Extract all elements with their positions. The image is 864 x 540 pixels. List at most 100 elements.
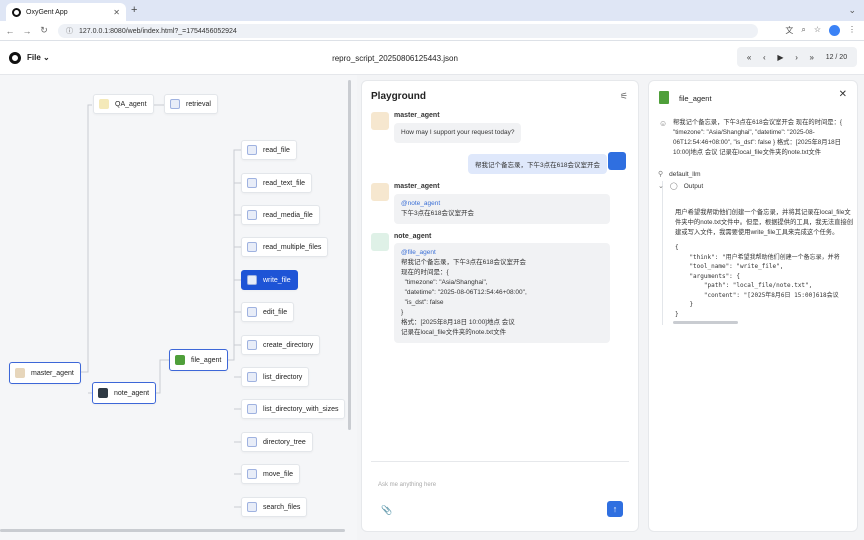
- master-agent-icon: [15, 368, 25, 378]
- tool-icon: [247, 242, 257, 252]
- message-bubble: @file_agent 帮我记个备忘录，下午3点在618会议室开会 现在的时间是…: [394, 243, 610, 343]
- message-sender: master_agent: [394, 183, 440, 190]
- graph-node-edit-file[interactable]: edit_file: [241, 302, 295, 322]
- star-icon[interactable]: ☆: [814, 25, 821, 36]
- node-detail-panel: file_agent ✕ ☺ 帮我记个备忘录，下午3点在618会议室开会 现在的…: [648, 80, 858, 532]
- output-json: { "think": "用户希望我帮助他们创建一个备忘录，并将 "tool_na…: [675, 244, 840, 318]
- tool-icon: [247, 307, 257, 317]
- detail-title: file_agent: [679, 94, 712, 103]
- url-text: 127.0.0.1:8080/web/index.html?_=17544560…: [79, 27, 237, 35]
- canvas-vertical-scrollbar[interactable]: [348, 80, 351, 430]
- tool-icon: [247, 340, 257, 350]
- graph-node-write-file[interactable]: write_file: [241, 270, 298, 290]
- playground-panel: Playground ⚟ master_agent How may I supp…: [361, 80, 639, 532]
- graph-node-master-agent[interactable]: master_agent: [9, 362, 81, 384]
- playback-stepper: « ‹ ▶ › » 12 / 20: [737, 47, 857, 67]
- play-button[interactable]: ▶: [777, 53, 783, 62]
- prev-step-button[interactable]: ‹: [763, 53, 766, 62]
- url-input[interactable]: ⓘ 127.0.0.1:8080/web/index.html?_=175445…: [58, 24, 758, 38]
- graph-node-read-media-file[interactable]: read_media_file: [241, 205, 320, 225]
- graph-node-read-text-file[interactable]: read_text_file: [241, 173, 313, 193]
- master-agent-avatar: [371, 112, 389, 130]
- user-icon: ☺: [659, 119, 668, 128]
- back-button[interactable]: ←: [3, 26, 17, 36]
- graph-node-read-file[interactable]: read_file: [241, 140, 297, 160]
- filter-icon[interactable]: ⚟: [620, 91, 628, 102]
- llm-icon: ⚲: [658, 171, 664, 178]
- user-message-bubble: 帮我记个备忘录，下午3点在618会议室开会: [468, 154, 607, 174]
- chat-bubble-icon: ◯: [669, 183, 678, 190]
- chat-input[interactable]: Ask me anything here 📎 ↑: [371, 461, 629, 523]
- app-header: File ⌄ repro_script_20250806125443.json …: [0, 41, 864, 75]
- tool-icon: [170, 99, 180, 109]
- qa-agent-icon: [99, 99, 109, 109]
- canvas-horizontal-scrollbar[interactable]: [0, 529, 345, 532]
- graph-node-qa-agent[interactable]: QA_agent: [93, 94, 154, 114]
- step-default-llm[interactable]: ⚲ default_llm: [658, 170, 701, 179]
- tool-icon: [247, 404, 257, 414]
- note-agent-icon: [98, 388, 108, 398]
- graph-node-move-file[interactable]: move_file: [241, 464, 300, 484]
- graph-node-search-files[interactable]: search_files: [241, 497, 308, 517]
- file-agent-icon: [175, 355, 185, 365]
- output-content: 用户希望我帮助他们创建一个备忘录，并将其记录在local_file文件夹中的no…: [669, 199, 857, 327]
- graph-node-directory-tree[interactable]: directory_tree: [241, 432, 313, 452]
- zoom-icon[interactable]: ⌕: [801, 25, 805, 36]
- tab-close-icon[interactable]: ✕: [113, 8, 120, 17]
- tool-icon: [247, 145, 257, 155]
- tab-list-icon[interactable]: ⌄: [848, 5, 856, 16]
- tab-title: OxyGent App: [26, 8, 68, 16]
- browser-tab[interactable]: OxyGent App ✕: [6, 3, 126, 21]
- message-bubble: @note_agent 下午3点在618会议室开会: [394, 194, 610, 224]
- graph-node-list-directory[interactable]: list_directory: [241, 367, 310, 387]
- address-bar: ← → ↻ ⓘ 127.0.0.1:8080/web/index.html?_=…: [0, 21, 864, 41]
- close-icon[interactable]: ✕: [839, 89, 847, 100]
- timeline-line: [662, 181, 663, 325]
- first-step-button[interactable]: «: [747, 53, 751, 62]
- message-sender: note_agent: [394, 233, 432, 240]
- script-title: repro_script_20250806125443.json: [332, 54, 458, 63]
- output-horizontal-scrollbar[interactable]: [673, 321, 738, 324]
- tool-icon: [247, 372, 257, 382]
- request-text: 帮我记个备忘录，下午3点在618会议室开会 现在的时间是：{ "timezone…: [673, 119, 842, 156]
- file-agent-icon: [659, 91, 669, 104]
- last-step-button[interactable]: »: [810, 53, 814, 62]
- tool-icon: [247, 437, 257, 447]
- graph-node-list-directory-with-sizes[interactable]: list_directory_with_sizes: [241, 399, 346, 419]
- graph-node-note-agent[interactable]: note_agent: [92, 382, 157, 404]
- user-avatar-icon: [608, 152, 626, 170]
- reload-button[interactable]: ↻: [37, 25, 51, 36]
- new-tab-button[interactable]: +: [131, 4, 137, 16]
- chat-input-placeholder: Ask me anything here: [378, 482, 437, 488]
- agent-graph-canvas[interactable]: QA_agent retrieval read_file read_text_f…: [0, 75, 357, 540]
- tool-icon: [247, 178, 257, 188]
- master-agent-avatar: [371, 183, 389, 201]
- mention-tag: @note_agent: [401, 200, 441, 207]
- output-text: 用户希望我帮助他们创建一个备忘录，并将其记录在local_file文件夹中的no…: [675, 209, 854, 236]
- tool-icon: [247, 469, 257, 479]
- graph-edges: [78, 104, 242, 508]
- graph-node-file-agent[interactable]: file_agent: [169, 349, 229, 371]
- playground-title: Playground: [371, 91, 427, 102]
- attach-icon[interactable]: 📎: [381, 505, 392, 516]
- send-button[interactable]: ↑: [607, 501, 623, 517]
- step-counter: 12 / 20: [825, 53, 848, 61]
- menu-icon[interactable]: ⋮: [848, 25, 856, 36]
- tool-icon: [247, 210, 257, 220]
- output-toggle[interactable]: ⌄ ◯ Output: [658, 182, 703, 191]
- graph-node-create-directory[interactable]: create_directory: [241, 335, 321, 355]
- chevron-down-icon: ⌄: [658, 183, 664, 190]
- profile-icon[interactable]: [829, 25, 840, 36]
- mention-tag: @file_agent: [401, 249, 436, 256]
- next-step-button[interactable]: ›: [795, 53, 798, 62]
- forward-button[interactable]: →: [20, 26, 34, 36]
- graph-node-retrieval[interactable]: retrieval: [164, 94, 218, 114]
- site-info-icon[interactable]: ⓘ: [66, 26, 73, 36]
- translate-icon[interactable]: 文: [785, 25, 793, 36]
- app-favicon-icon: [12, 7, 21, 17]
- message-sender: master_agent: [394, 112, 440, 119]
- note-agent-avatar: [371, 233, 389, 251]
- graph-node-read-multiple-files[interactable]: read_multiple_files: [241, 237, 329, 257]
- tool-icon: [247, 502, 257, 512]
- message-bubble: How may I support your request today?: [394, 123, 522, 143]
